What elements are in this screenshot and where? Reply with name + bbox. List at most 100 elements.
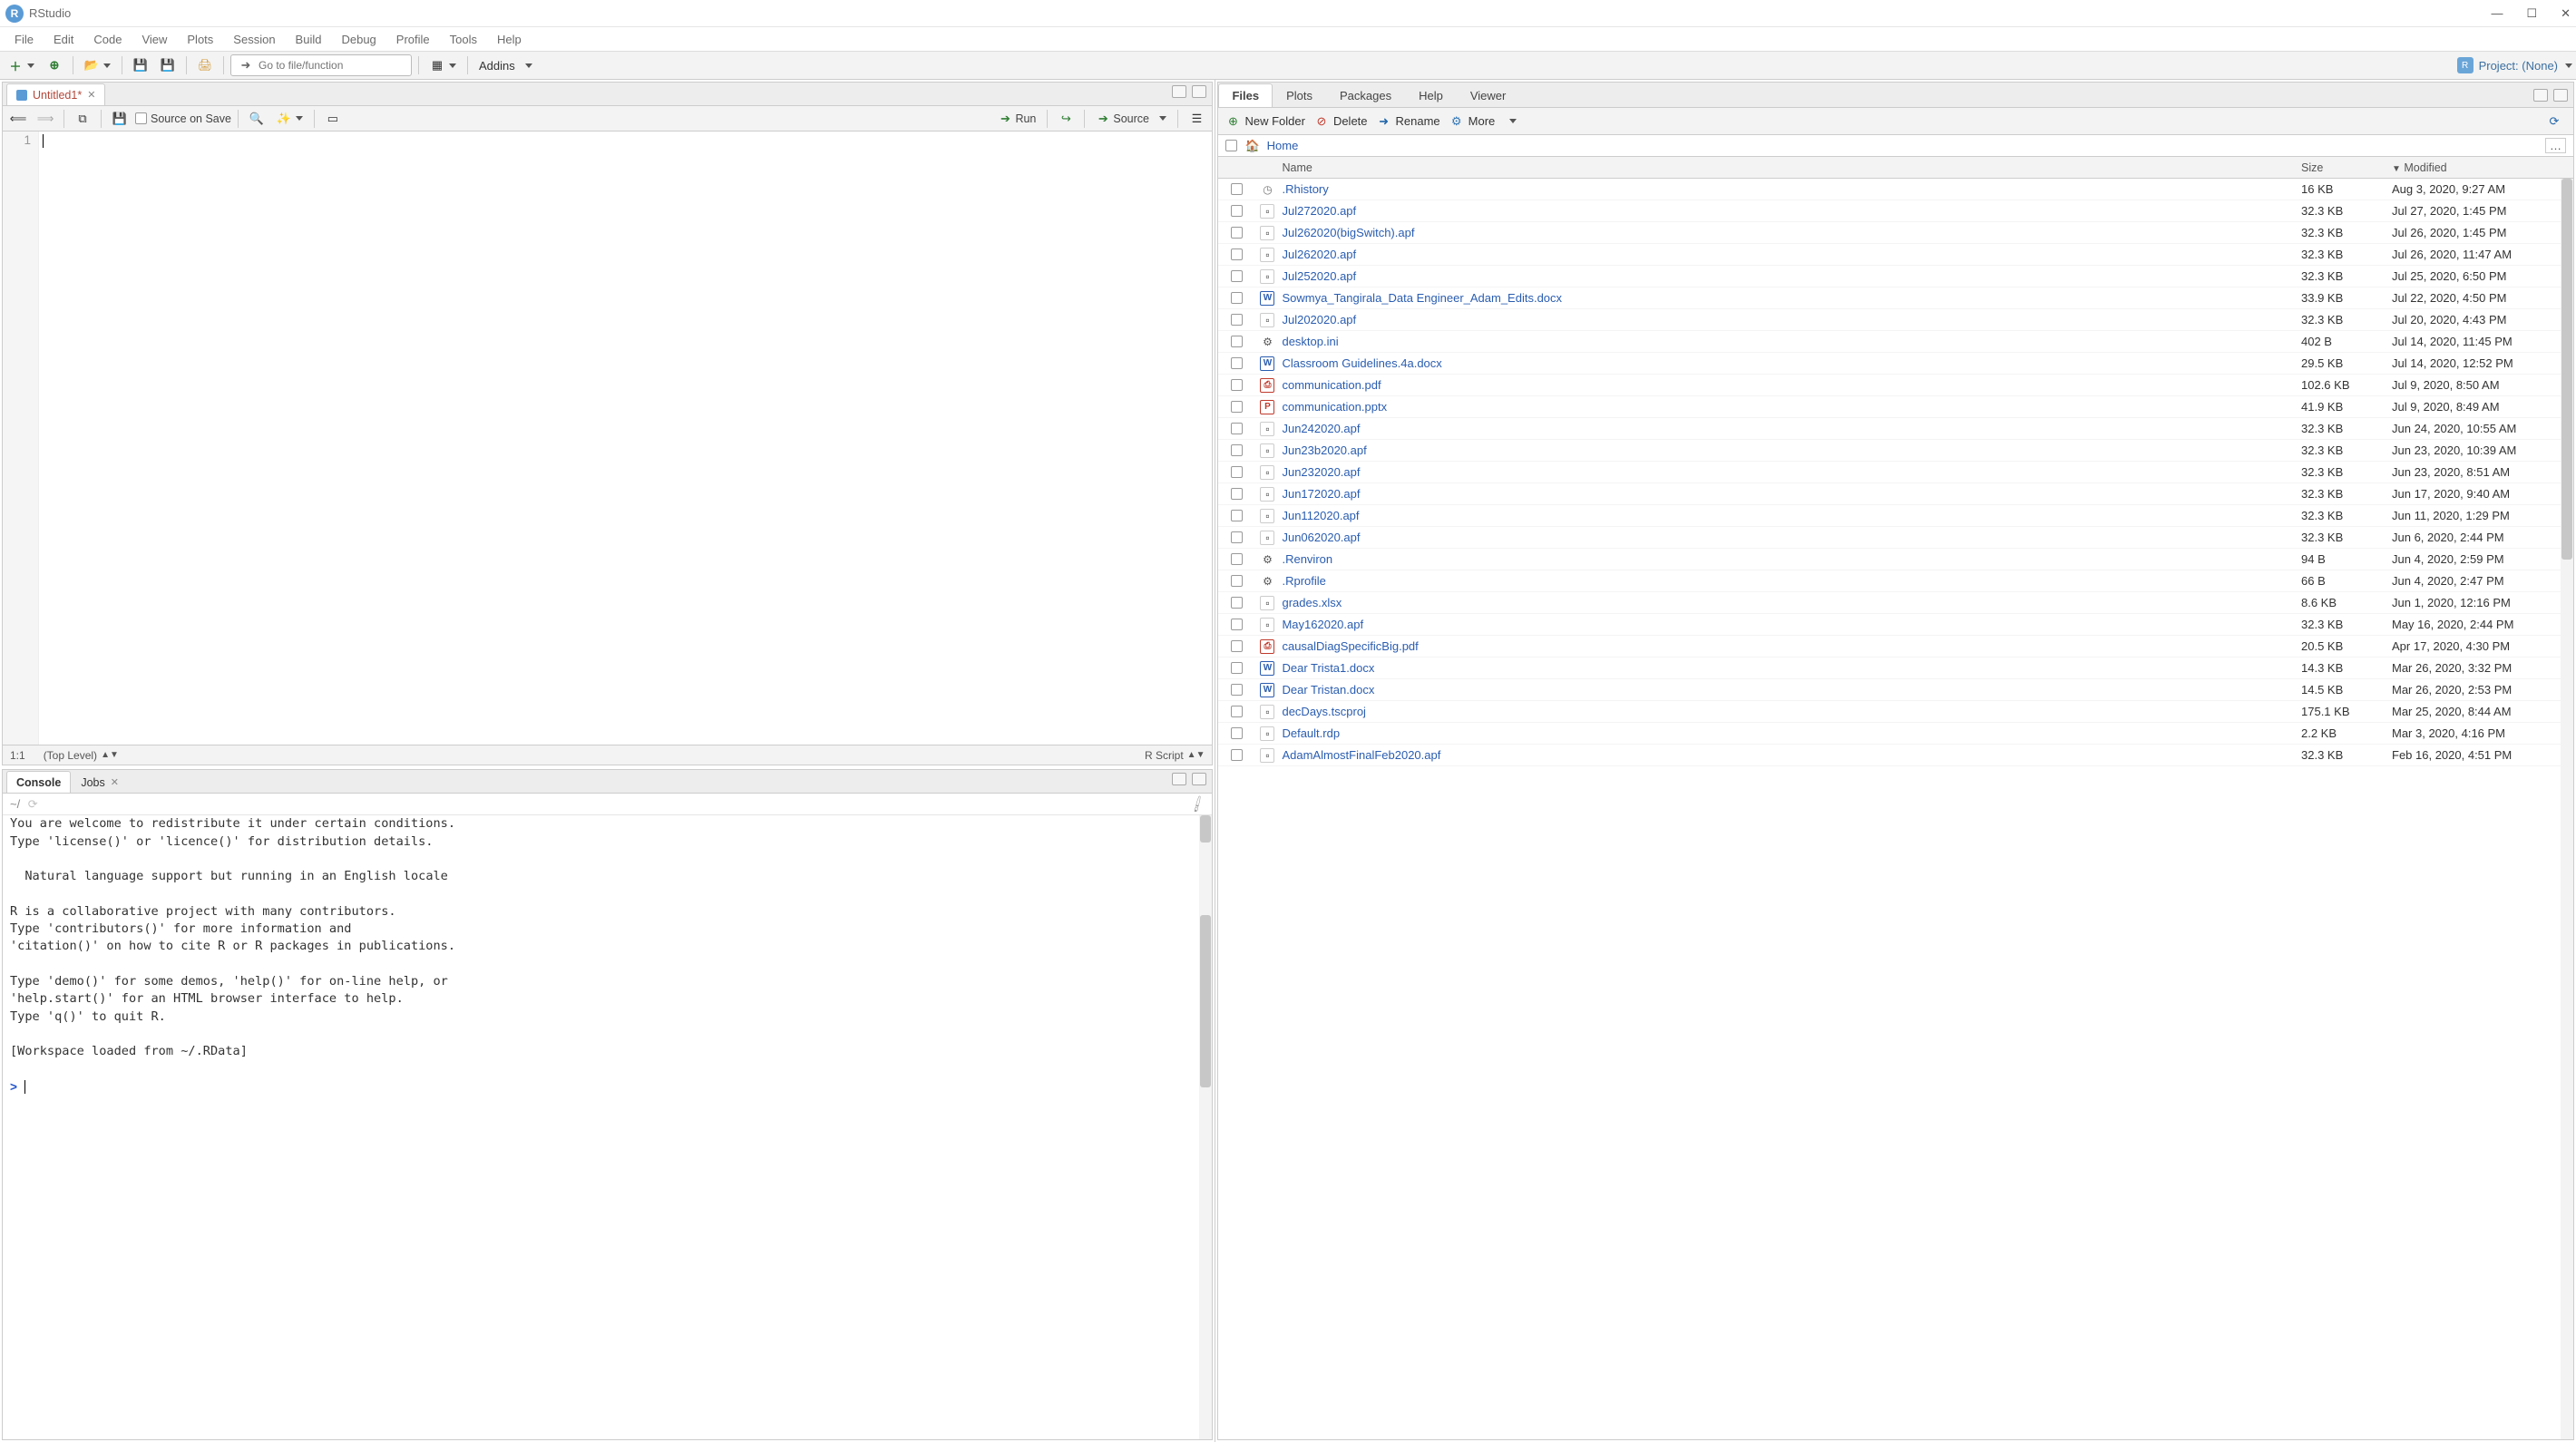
file-checkbox[interactable] — [1231, 488, 1243, 500]
file-checkbox[interactable] — [1231, 336, 1243, 347]
file-name-link[interactable]: communication.pptx — [1282, 400, 1387, 414]
file-name-link[interactable]: AdamAlmostFinalFeb2020.apf — [1282, 748, 1440, 762]
save-button[interactable]: 💾 — [129, 55, 152, 75]
file-row[interactable]: WSowmya_Tangirala_Data Engineer_Adam_Edi… — [1218, 287, 2573, 309]
breadcrumb-more-button[interactable]: … — [2545, 138, 2566, 153]
file-name-link[interactable]: Jun232020.apf — [1282, 465, 1360, 479]
file-name-link[interactable]: Classroom Guidelines.4a.docx — [1282, 356, 1441, 370]
file-row[interactable]: ▫Jun23b2020.apf32.3 KBJun 23, 2020, 10:3… — [1218, 440, 2573, 462]
console-scrollbar[interactable] — [1199, 815, 1212, 1439]
file-name-link[interactable]: Jul202020.apf — [1282, 313, 1356, 326]
forward-button[interactable]: ⟹ — [34, 109, 57, 129]
file-name-link[interactable]: Dear Tristan.docx — [1282, 683, 1374, 697]
file-row[interactable]: ▫Jul262020(bigSwitch).apf32.3 KBJul 26, … — [1218, 222, 2573, 244]
code-tools-button[interactable]: ✨ — [272, 109, 307, 129]
outline-button[interactable]: ☰ — [1185, 109, 1208, 129]
pane-maximize-icon[interactable] — [1192, 85, 1206, 98]
new-file-button[interactable]: ＋ — [4, 55, 39, 75]
source-on-save-checkbox[interactable] — [135, 112, 147, 124]
rename-button[interactable]: ➜Rename — [1377, 114, 1440, 129]
file-checkbox[interactable] — [1231, 640, 1243, 652]
goto-file-function[interactable]: ➜ — [230, 54, 412, 76]
tab-plots[interactable]: Plots — [1273, 83, 1326, 107]
save-all-button[interactable]: 💾 — [156, 55, 180, 75]
menu-tools[interactable]: Tools — [441, 30, 486, 49]
tab-help[interactable]: Help — [1405, 83, 1457, 107]
file-name-link[interactable]: Dear Trista1.docx — [1282, 661, 1374, 675]
file-checkbox[interactable] — [1231, 619, 1243, 630]
source-tab-untitled[interactable]: Untitled1* ✕ — [6, 83, 105, 105]
menu-build[interactable]: Build — [287, 30, 331, 49]
home-icon[interactable]: 🏠 — [1244, 139, 1259, 153]
tab-console[interactable]: Console — [6, 771, 71, 793]
file-checkbox[interactable] — [1231, 444, 1243, 456]
open-file-button[interactable]: 📂 — [80, 55, 115, 75]
menu-file[interactable]: File — [5, 30, 43, 49]
file-checkbox[interactable] — [1231, 749, 1243, 761]
file-checkbox[interactable] — [1231, 466, 1243, 478]
file-checkbox[interactable] — [1231, 379, 1243, 391]
file-checkbox[interactable] — [1231, 248, 1243, 260]
file-checkbox[interactable] — [1231, 314, 1243, 326]
tab-packages[interactable]: Packages — [1326, 83, 1405, 107]
file-checkbox[interactable] — [1231, 706, 1243, 717]
pane-minimize-icon[interactable] — [2533, 89, 2548, 102]
filetype-selector[interactable]: R Script ▲▼ — [1145, 749, 1205, 762]
code-editor[interactable]: 1 — [3, 132, 1212, 745]
file-row[interactable]: ▫Default.rdp2.2 KBMar 3, 2020, 4:16 PM — [1218, 723, 2573, 745]
file-checkbox[interactable] — [1231, 270, 1243, 282]
file-row[interactable]: ⚙desktop.ini402 BJul 14, 2020, 11:45 PM — [1218, 331, 2573, 353]
column-modified[interactable]: ▼ Modified — [2392, 161, 2573, 174]
file-row[interactable]: ▫decDays.tscproj175.1 KBMar 25, 2020, 8:… — [1218, 701, 2573, 723]
file-row[interactable]: ◷.Rhistory16 KBAug 3, 2020, 9:27 AM — [1218, 179, 2573, 200]
file-checkbox[interactable] — [1231, 357, 1243, 369]
file-checkbox[interactable] — [1231, 684, 1243, 696]
print-button[interactable]: 🖨 — [193, 55, 217, 75]
source-script-button[interactable]: ➔Source — [1091, 109, 1171, 129]
close-tab-icon[interactable]: ✕ — [87, 89, 95, 101]
files-scrollbar[interactable] — [2561, 179, 2573, 1439]
file-row[interactable]: ⚙.Rprofile66 BJun 4, 2020, 2:47 PM — [1218, 570, 2573, 592]
file-row[interactable]: ⎙communication.pdf102.6 KBJul 9, 2020, 8… — [1218, 375, 2573, 396]
file-row[interactable]: WDear Tristan.docx14.5 KBMar 26, 2020, 2… — [1218, 679, 2573, 701]
console-output[interactable]: You are welcome to redistribute it under… — [3, 815, 1212, 1439]
file-name-link[interactable]: Jun062020.apf — [1282, 531, 1360, 544]
file-row[interactable]: ⚙.Renviron94 BJun 4, 2020, 2:59 PM — [1218, 549, 2573, 570]
file-checkbox[interactable] — [1231, 553, 1243, 565]
file-name-link[interactable]: Jul272020.apf — [1282, 204, 1356, 218]
menu-help[interactable]: Help — [488, 30, 531, 49]
files-list[interactable]: ◷.Rhistory16 KBAug 3, 2020, 9:27 AM▫Jul2… — [1218, 179, 2573, 1439]
file-row[interactable]: ▫Jul252020.apf32.3 KBJul 25, 2020, 6:50 … — [1218, 266, 2573, 287]
file-row[interactable]: ▫Jun242020.apf32.3 KBJun 24, 2020, 10:55… — [1218, 418, 2573, 440]
file-checkbox[interactable] — [1231, 401, 1243, 413]
window-close-button[interactable]: ✕ — [2561, 6, 2571, 21]
file-row[interactable]: ▫Jun062020.apf32.3 KBJun 6, 2020, 2:44 P… — [1218, 527, 2573, 549]
file-checkbox[interactable] — [1231, 597, 1243, 609]
menu-view[interactable]: View — [132, 30, 176, 49]
pane-minimize-icon[interactable] — [1172, 85, 1186, 98]
file-checkbox[interactable] — [1231, 227, 1243, 239]
file-row[interactable]: ⎙causalDiagSpecificBig.pdf20.5 KBApr 17,… — [1218, 636, 2573, 658]
file-row[interactable]: Pcommunication.pptx41.9 KBJul 9, 2020, 8… — [1218, 396, 2573, 418]
file-name-link[interactable]: decDays.tscproj — [1282, 705, 1365, 718]
file-row[interactable]: ▫Jul272020.apf32.3 KBJul 27, 2020, 1:45 … — [1218, 200, 2573, 222]
file-checkbox[interactable] — [1231, 662, 1243, 674]
file-name-link[interactable]: Jul252020.apf — [1282, 269, 1356, 283]
file-checkbox[interactable] — [1231, 292, 1243, 304]
file-name-link[interactable]: .Rhistory — [1282, 182, 1328, 196]
rerun-button[interactable]: ↪ — [1054, 109, 1078, 129]
menu-session[interactable]: Session — [224, 30, 284, 49]
find-button[interactable]: 🔍 — [245, 109, 268, 129]
file-row[interactable]: ▫Jul202020.apf32.3 KBJul 20, 2020, 4:43 … — [1218, 309, 2573, 331]
file-row[interactable]: ▫Jun112020.apf32.3 KBJun 11, 2020, 1:29 … — [1218, 505, 2573, 527]
file-name-link[interactable]: Default.rdp — [1282, 726, 1340, 740]
delete-button[interactable]: ⊘Delete — [1314, 114, 1368, 129]
file-row[interactable]: ▫May162020.apf32.3 KBMay 16, 2020, 2:44 … — [1218, 614, 2573, 636]
file-name-link[interactable]: Sowmya_Tangirala_Data Engineer_Adam_Edit… — [1282, 291, 1562, 305]
tab-jobs[interactable]: Jobs ✕ — [71, 771, 129, 793]
run-button[interactable]: ➔Run — [993, 109, 1040, 129]
file-name-link[interactable]: communication.pdf — [1282, 378, 1381, 392]
console-pin-icon[interactable]: ⟳ — [25, 797, 40, 812]
show-in-new-window-button[interactable]: ⧉ — [71, 109, 94, 129]
file-name-link[interactable]: desktop.ini — [1282, 335, 1338, 348]
